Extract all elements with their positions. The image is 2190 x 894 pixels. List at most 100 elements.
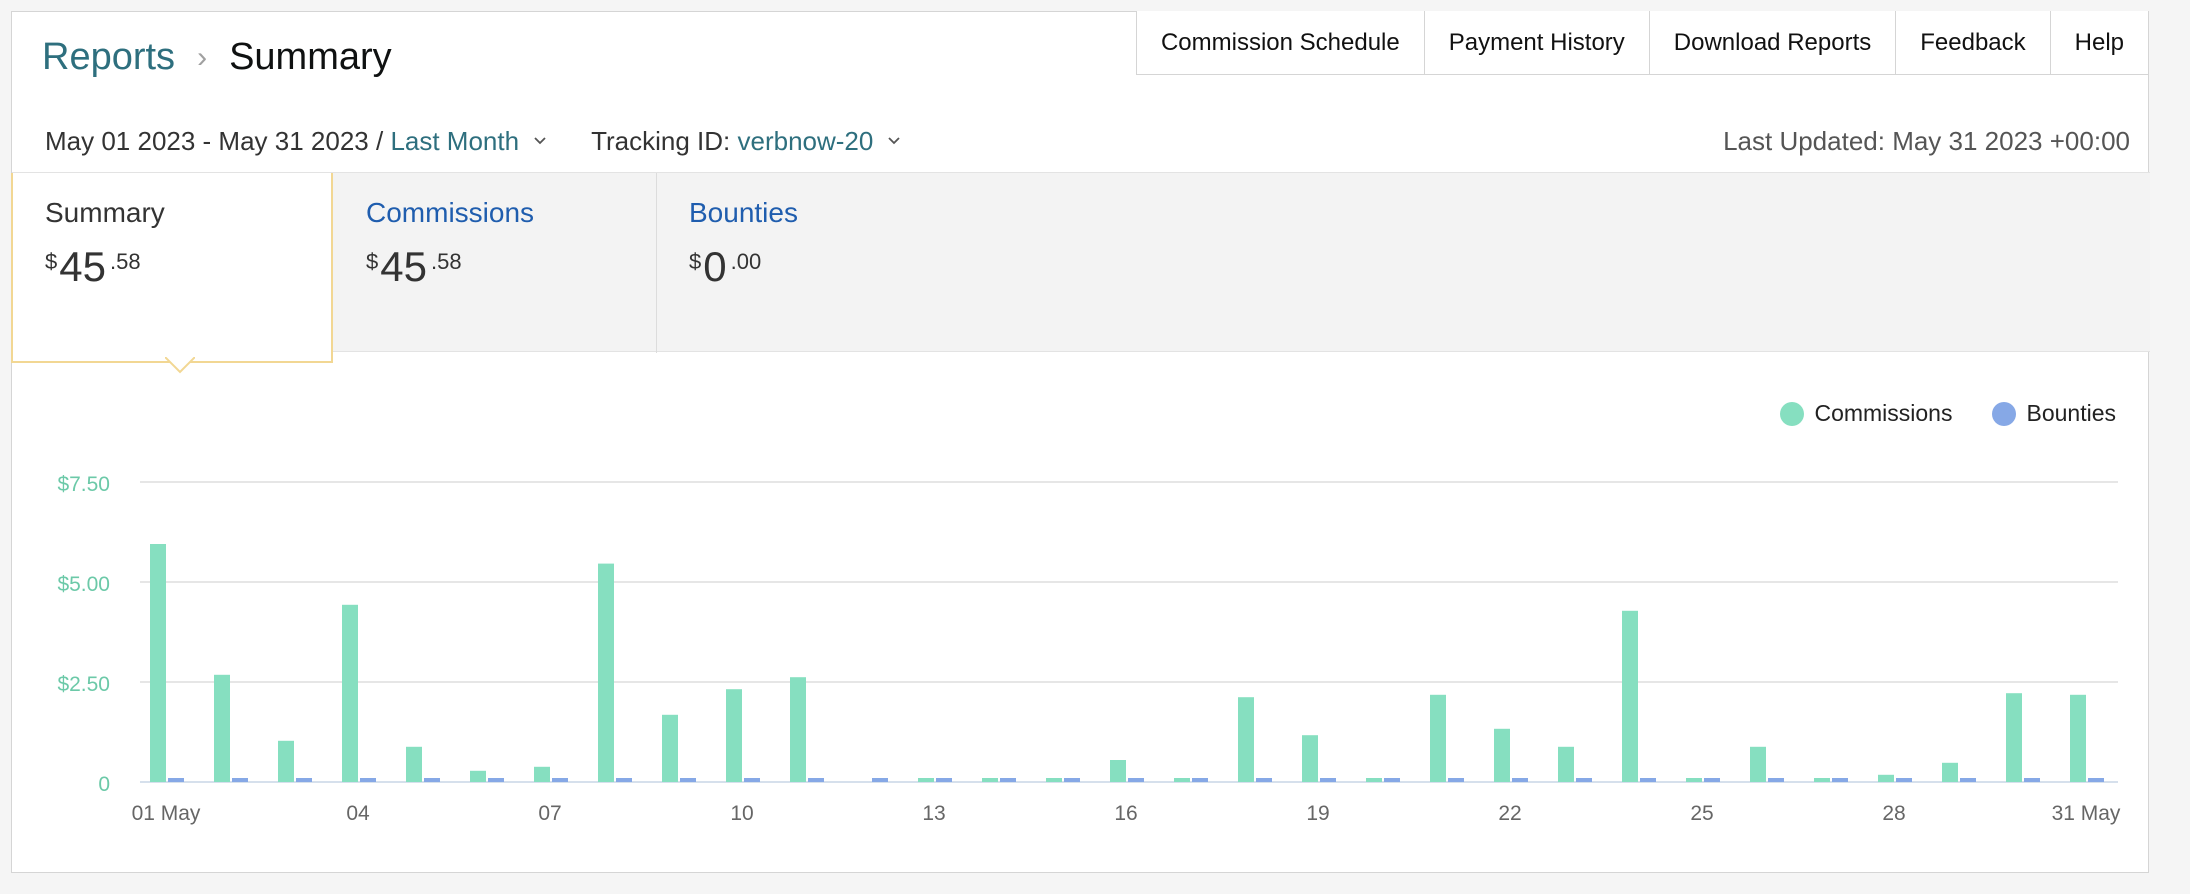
bounties-bar — [936, 778, 952, 782]
chart-legend: Commissions Bounties — [1740, 400, 2116, 427]
bounties-bar — [744, 778, 760, 782]
tracking-chevron-down-icon[interactable] — [887, 133, 901, 147]
bounties-bar — [680, 778, 696, 782]
earnings-bar-chart: 0 $2.50 $5.00 $7.50 01 May 04 07 10 13 16 19 22 25 28… — [57, 473, 2121, 825]
tab-commissions[interactable]: Commissions $ 45 .58 — [334, 173, 654, 353]
commissions-bar — [1814, 778, 1830, 782]
bounties-amount-whole: 0 — [703, 243, 727, 290]
x-tick-label: 25 — [1690, 802, 1713, 825]
help-button[interactable]: Help — [2050, 11, 2148, 74]
bounties-bar — [1064, 778, 1080, 782]
x-tick-label: 28 — [1882, 802, 1905, 825]
commissions-bar — [406, 746, 422, 782]
bounties-amount-fraction: .00 — [730, 249, 762, 274]
bounties-bar — [2024, 778, 2040, 782]
legend-item-commissions[interactable]: Commissions — [1780, 400, 1952, 427]
commissions-bar — [790, 677, 806, 782]
commissions-bar — [726, 689, 742, 782]
commissions-bar — [470, 770, 486, 782]
y-tick-label: $2.50 — [57, 673, 110, 696]
bounties-bar — [232, 778, 248, 782]
commissions-bar — [342, 604, 358, 782]
download-reports-button[interactable]: Download Reports — [1649, 11, 1897, 74]
tab-summary-label: Summary — [45, 197, 165, 228]
y-tick-label: $7.50 — [57, 473, 110, 496]
x-tick-label: 07 — [538, 802, 561, 825]
summary-amount: $ 45 .58 — [45, 243, 299, 291]
commissions-dot-icon — [1780, 401, 1805, 426]
commissions-bar — [1686, 778, 1702, 782]
commissions-currency: $ — [366, 249, 379, 274]
bounties-bar — [168, 778, 184, 782]
commissions-amount: $ 45 .58 — [366, 243, 622, 291]
breadcrumb-reports-link[interactable]: Reports — [42, 36, 175, 79]
bounties-currency: $ — [689, 249, 702, 274]
bounties-bar — [1448, 778, 1464, 782]
feedback-button[interactable]: Feedback — [1896, 11, 2051, 74]
commissions-bar — [2006, 693, 2022, 782]
period-chevron-down-icon[interactable] — [533, 133, 547, 147]
commissions-amount-fraction: .58 — [430, 249, 462, 274]
y-tick-label: $5.00 — [57, 573, 110, 596]
commissions-bar — [1110, 760, 1126, 782]
bounties-bar — [1896, 778, 1912, 782]
tracking-id-dropdown[interactable]: verbnow-20 — [738, 126, 874, 157]
bounties-bar — [2088, 778, 2104, 782]
x-tick-label: 01 May — [132, 802, 201, 825]
bounties-bar — [1960, 778, 1976, 782]
commissions-bar — [1430, 694, 1446, 782]
bounties-bar — [1576, 778, 1592, 782]
commissions-bar — [1238, 697, 1254, 782]
commissions-bar — [1366, 778, 1382, 782]
breadcrumb-separator: › — [197, 40, 208, 74]
commissions-bar — [2070, 694, 2086, 782]
bounties-bar — [1640, 778, 1656, 782]
commissions-bar — [1046, 778, 1062, 782]
bounties-dot-icon — [1992, 401, 2017, 426]
bounties-bar — [296, 778, 312, 782]
y-tick-label: 0 — [98, 773, 110, 796]
bounties-bar — [1512, 778, 1528, 782]
commissions-bar — [1878, 774, 1894, 782]
bounties-bar — [1768, 778, 1784, 782]
x-tick-label: 16 — [1114, 802, 1137, 825]
bounties-bar — [872, 778, 888, 782]
commissions-amount-whole: 45 — [380, 243, 427, 290]
tab-bounties-label: Bounties — [689, 197, 798, 228]
commissions-bar — [662, 714, 678, 782]
legend-item-bounties[interactable]: Bounties — [1992, 400, 2116, 427]
bounties-bar — [1320, 778, 1336, 782]
commissions-bar — [150, 544, 166, 782]
bounties-bar — [1704, 778, 1720, 782]
commissions-bar — [1558, 746, 1574, 782]
commissions-bar — [1942, 762, 1958, 782]
x-tick-label: 31 May — [2052, 802, 2121, 825]
commissions-bar — [214, 674, 230, 782]
x-tick-label: 04 — [346, 802, 370, 825]
tab-summary[interactable]: Summary $ 45 .58 — [11, 173, 333, 363]
tab-bounties[interactable]: Bounties $ 0 .00 — [657, 173, 977, 353]
bounties-bar — [488, 778, 504, 782]
commissions-bar — [1494, 728, 1510, 782]
commission-schedule-button[interactable]: Commission Schedule — [1136, 11, 1425, 74]
bounties-bar — [1384, 778, 1400, 782]
bounties-bar — [1000, 778, 1016, 782]
date-range-text: May 01 2023 - May 31 2023 / — [45, 126, 384, 156]
bounties-bar — [1832, 778, 1848, 782]
commissions-bar — [1174, 778, 1190, 782]
commissions-bar — [278, 740, 294, 782]
commissions-bar — [534, 766, 550, 782]
bounties-bar — [552, 778, 568, 782]
last-updated-text: Last Updated: May 31 2023 +00:00 — [1723, 126, 2130, 156]
tracking-id-label: Tracking ID: — [591, 126, 731, 156]
period-dropdown[interactable]: Last Month — [390, 126, 519, 157]
bounties-bar — [1256, 778, 1272, 782]
payment-history-button[interactable]: Payment History — [1424, 11, 1650, 74]
commissions-bar — [1750, 746, 1766, 782]
x-tick-label: 10 — [730, 802, 753, 825]
filters-bar: May 01 2023 - May 31 2023 / Last Month T… — [45, 126, 945, 157]
page-title: Summary — [229, 36, 392, 78]
summary-amount-fraction: .58 — [109, 249, 141, 274]
summary-tabs: Summary $ 45 .58 Commissions $ 45 .58 Bo… — [11, 172, 2150, 363]
legend-label-commissions: Commissions — [1814, 400, 1953, 426]
